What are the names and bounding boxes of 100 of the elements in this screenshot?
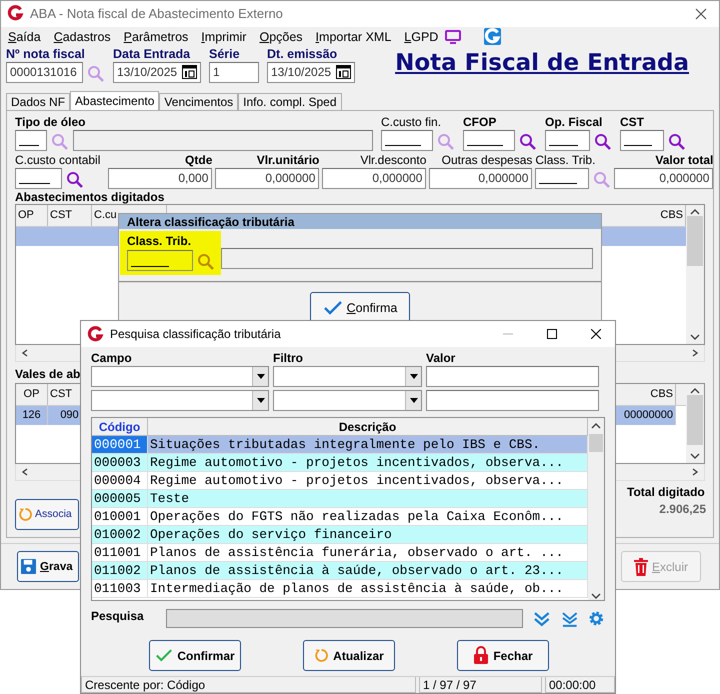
list-row[interactable]: 000003 Regime automotivo - projetos incentivados, observa... (92, 454, 588, 472)
menu-item[interactable]: Saída (8, 30, 41, 44)
column-header[interactable]: CBS (620, 384, 676, 405)
field-label: CFOP (463, 114, 496, 129)
scrollbar[interactable] (686, 204, 704, 344)
scrollbar[interactable] (588, 418, 604, 600)
field-dropdown[interactable] (91, 390, 269, 411)
calendar-icon[interactable] (182, 65, 197, 80)
number-field[interactable]: 0,000000 (215, 168, 320, 189)
code-field[interactable] (15, 168, 62, 189)
list-row[interactable]: 011003 Intermediação de planos de assistência à saúde, ob... (92, 580, 588, 598)
tab[interactable]: Abastecimento (70, 90, 160, 110)
description-field[interactable] (73, 130, 373, 151)
menu-item[interactable]: Parâmetros (124, 30, 188, 44)
calendar-icon[interactable] (336, 65, 351, 80)
filter-dropdown[interactable] (273, 366, 422, 387)
column-header[interactable]: OP (16, 204, 48, 226)
number-field[interactable]: 0,000000 (429, 168, 532, 189)
code-field[interactable] (463, 130, 515, 151)
logo-icon (7, 5, 24, 22)
scrollbar-thumb[interactable] (589, 434, 603, 452)
code-field[interactable] (127, 250, 193, 271)
action-button[interactable]: Atualizar (303, 640, 395, 671)
tab[interactable]: Dados NF (6, 92, 70, 110)
action-button[interactable]: Fechar (457, 640, 549, 671)
action-button[interactable]: Confirmar (149, 640, 241, 671)
associate-button[interactable]: Associa (15, 498, 79, 530)
scrollbar-thumb[interactable] (687, 394, 703, 445)
search-icon[interactable] (668, 132, 686, 151)
monitor-icon[interactable] (445, 30, 462, 44)
menu-item[interactable]: Imprimir (201, 30, 246, 44)
chevrons-down-icon[interactable] (533, 610, 551, 626)
code-cell: 000003 (92, 454, 148, 471)
column-header[interactable]: OP (16, 384, 48, 405)
number-field[interactable]: 0,000 (108, 168, 212, 189)
filter-dropdown[interactable] (273, 390, 422, 411)
invoice-number-field[interactable]: 0000131016 (6, 62, 83, 83)
field-dropdown[interactable] (91, 366, 269, 387)
search-icon[interactable] (197, 253, 215, 271)
arrow-to-bottom-icon[interactable] (560, 610, 578, 626)
code-field[interactable] (535, 168, 590, 189)
menu-item[interactable]: LGPD (404, 30, 438, 44)
list-row[interactable]: 000004 Regime automotivo - projetos incentivados, observa... (92, 472, 588, 490)
column-header[interactable]: CST (48, 204, 92, 226)
window-title: ABA - Nota fiscal de Abastecimento Externo (30, 6, 283, 22)
list-row[interactable]: 011001 Planos de assistência funerária, observado o art. ... (92, 544, 588, 562)
value-field[interactable] (426, 366, 599, 387)
code-cell: 000004 (92, 472, 148, 489)
refresh-icon (18, 506, 33, 522)
list-row[interactable]: 000001 Situações tributadas integralmente pelo IBS e CBS. (92, 436, 588, 454)
tab[interactable]: Vencimentos (159, 92, 238, 110)
scroll-down-icon[interactable] (591, 592, 601, 600)
list-row[interactable]: 000005 Teste (92, 490, 588, 508)
scrollbar-thumb[interactable] (687, 216, 703, 266)
field-label: Valor total (655, 152, 714, 167)
list-row[interactable]: 010001 Operações do FGTS não realizadas pela Caixa Econôm... (92, 508, 588, 526)
date-field[interactable]: 13/10/2025 (113, 62, 201, 83)
save-button[interactable]: Grava (17, 551, 79, 582)
scrollbar[interactable] (686, 384, 704, 463)
scroll-down-icon[interactable] (690, 332, 700, 341)
field-label: Série (209, 46, 241, 61)
code-cell: 000001 (92, 436, 148, 453)
field-label: Valor (426, 351, 456, 365)
tab[interactable]: Info. compl. Sped (238, 92, 342, 110)
series-field[interactable]: 1 (209, 62, 259, 83)
total-label: Total digitado (627, 484, 705, 499)
search-icon[interactable] (594, 132, 612, 151)
code-field[interactable] (381, 130, 433, 151)
close-icon[interactable] (591, 329, 601, 339)
number-field[interactable]: 0,000000 (614, 168, 714, 189)
logo-icon (87, 326, 104, 342)
date-field[interactable]: 13/10/2025 (267, 62, 355, 83)
scroll-down-icon[interactable] (690, 452, 700, 460)
scroll-up-icon[interactable] (591, 422, 601, 430)
list-row[interactable]: 011002 Planos de assistência à saúde, observado o art. 23... (92, 562, 588, 580)
field-label: C.custo fin. (381, 114, 442, 129)
menu-item[interactable]: Cadastros (54, 30, 111, 44)
code-field[interactable] (545, 130, 590, 151)
search-field[interactable] (166, 609, 524, 628)
trash-icon (634, 558, 648, 576)
scroll-up-icon[interactable] (690, 386, 700, 395)
page-title: Nota Fiscal de Entrada (395, 50, 689, 76)
field-label: Tipo de óleo (15, 114, 86, 129)
number-field[interactable]: 0,000000 (322, 168, 426, 189)
maximize-icon[interactable] (547, 329, 557, 339)
search-icon[interactable] (66, 170, 84, 189)
section-title: Vales de ab (15, 366, 80, 381)
list-row[interactable]: 010002 Operações do serviço financeiro (92, 526, 588, 544)
value-field[interactable] (426, 390, 599, 411)
field-label: CST (620, 114, 644, 129)
code-field[interactable] (15, 130, 47, 151)
description-field[interactable] (221, 248, 593, 269)
settings-icon[interactable] (588, 610, 605, 627)
menu-item[interactable]: Importar XML (316, 30, 392, 44)
menu-item[interactable]: Opções (259, 30, 303, 44)
close-icon[interactable] (695, 8, 707, 20)
scroll-up-icon[interactable] (690, 208, 700, 216)
field-label: Class. Trib. (127, 234, 192, 248)
search-icon[interactable] (519, 132, 537, 151)
code-field[interactable] (620, 130, 664, 151)
